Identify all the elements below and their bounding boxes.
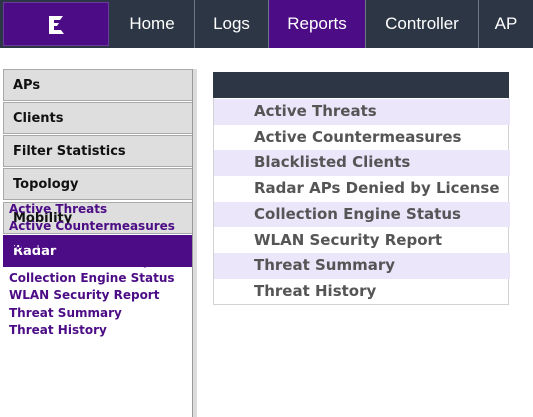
- tab-reports[interactable]: Reports: [269, 0, 365, 48]
- sidebar-item-filter-statistics[interactable]: Filter Statistics: [3, 135, 193, 167]
- sidebar-scrollbar[interactable]: [192, 69, 197, 417]
- report-link-threat-history[interactable]: Threat History: [214, 279, 510, 305]
- sub-item-threat-summary[interactable]: Threat Summary: [9, 305, 192, 322]
- tab-logs[interactable]: Logs: [195, 0, 268, 48]
- tab-ap[interactable]: AP: [479, 0, 533, 48]
- sub-item-active-threats[interactable]: Active Threats: [9, 201, 192, 218]
- sub-item-collection-engine-status[interactable]: Collection Engine Status: [9, 270, 192, 287]
- sidebar-item-topology[interactable]: Topology: [3, 168, 193, 200]
- extreme-networks-logo-icon: [49, 16, 64, 34]
- report-link-active-countermeasures[interactable]: Active Countermeasures: [214, 125, 510, 151]
- sidebar-item-clients[interactable]: Clients: [3, 102, 193, 134]
- report-link-threat-summary[interactable]: Threat Summary: [214, 253, 510, 279]
- radar-sub-menu: Active Threats Active Countermeasures Bl…: [9, 201, 192, 339]
- report-link-active-threats[interactable]: Active Threats: [214, 99, 510, 125]
- top-nav-bar: Home Logs Reports Controller AP: [0, 0, 533, 48]
- report-link-radar-aps-denied-by-license[interactable]: Radar APs Denied by License: [214, 176, 510, 202]
- report-link-wlan-security-report[interactable]: WLAN Security Report: [214, 228, 510, 254]
- tab-controller[interactable]: Controller: [366, 0, 478, 48]
- report-link-collection-engine-status[interactable]: Collection Engine Status: [214, 201, 510, 228]
- sub-item-active-countermeasures[interactable]: Active Countermeasures: [9, 218, 192, 235]
- tab-home[interactable]: Home: [110, 0, 194, 48]
- panel-header: [213, 72, 509, 98]
- sidebar-item-aps[interactable]: APs: [3, 69, 193, 101]
- logo[interactable]: [3, 2, 109, 46]
- report-list-panel: Active Threats Active Countermeasures Bl…: [213, 72, 510, 305]
- report-link-blacklisted-clients[interactable]: Blacklisted Clients: [214, 150, 510, 177]
- sub-item-blacklisted-clients[interactable]: Blacklisted Clients: [9, 236, 192, 253]
- sub-item-threat-history[interactable]: Threat History: [9, 322, 192, 339]
- sub-item-wlan-security-report[interactable]: WLAN Security Report: [9, 287, 192, 304]
- sub-item-radar-aps-denied-by-license[interactable]: Radar APs Denied by License: [9, 253, 192, 270]
